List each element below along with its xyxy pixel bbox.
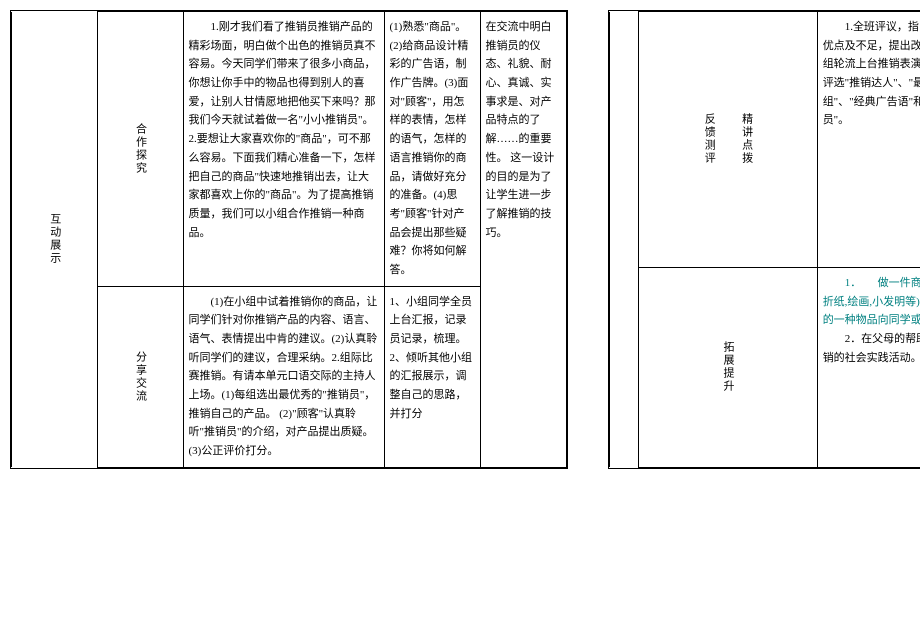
row2-teacher-text: (1)在小组中试着推销你的商品，让同学们针对你推销产品的内容、语言、语气、表情提… (189, 293, 379, 461)
row1-teacher-cell: 1.刚才我们看了推销员推销产品的精彩场面，明白做个出色的推销员真不容易。今天同学… (183, 12, 384, 287)
p2-row1-label-cell: 精讲点拨 反馈测评 (638, 12, 817, 268)
main-label-cell: 互动展示 (12, 12, 98, 468)
table-1: 互动展示 合作探究 1.刚才我们看了推销员推销产品的精彩场面，明白做个出色的推销… (11, 11, 567, 468)
page-2: 精讲点拨 反馈测评 1.全班评议，指出每一小组的优点及不足，提出改进意见，每小组… (608, 10, 920, 469)
p2-row1-teacher-text: 1.全班评议，指出每一小组的优点及不足，提出改进意见，每小组轮流上台推销表演，对… (823, 18, 920, 130)
row1-label: 合作探究 (134, 123, 146, 175)
p2-row2-label-cell: 拓展提升 (638, 267, 817, 467)
p2-row1-label2: 反馈测评 (703, 113, 715, 165)
p2-row2-teacher-text1: 1． 做一件商品(如手工艺品,折纸,绘画,小发明等)或把自己喜欢的一种物品向同学… (823, 274, 920, 330)
row2-label-cell: 分享交流 (97, 286, 183, 467)
row1-design-cell: 在交流中明白推销员的仪态、礼貌、耐心、真诚、实事求是、对产品特点的了解……的重要… (480, 12, 566, 468)
page-1: 互动展示 合作探究 1.刚才我们看了推销员推销产品的精彩场面，明白做个出色的推销… (10, 10, 568, 469)
p2-row2-teacher-text2: 2．在父母的帮助下参加产品推销的社会实践活动。 (823, 330, 920, 367)
row1-student-cell: (1)熟悉"商品"。(2)给商品设计精彩的广告语，制作广告牌。(3)面对"顾客"… (384, 12, 480, 287)
row2-teacher-cell: (1)在小组中试着推销你的商品，让同学们针对你推销产品的内容、语言、语气、表情提… (183, 286, 384, 467)
main-label: 互动展示 (49, 213, 61, 265)
row1-label-cell: 合作探究 (97, 12, 183, 287)
row2-student-text: 1、小组同学全员上台汇报，记录员记录，梳理。 2、倾听其他小组的汇报展示，调整自… (390, 296, 473, 420)
p2-row2-teacher-cell: 1． 做一件商品(如手工艺品,折纸,绘画,小发明等)或把自己喜欢的一种物品向同学… (817, 267, 920, 467)
row1-teacher-text: 1.刚才我们看了推销员推销产品的精彩场面，明白做个出色的推销员真不容易。今天同学… (189, 18, 379, 242)
row2-student-cell: 1、小组同学全员上台汇报，记录员记录，梳理。 2、倾听其他小组的汇报展示，调整自… (384, 286, 480, 467)
row2-label: 分享交流 (134, 351, 146, 403)
p2-row2-label: 拓展提升 (722, 341, 734, 393)
p2-row1-teacher-cell: 1.全班评议，指出每一小组的优点及不足，提出改进意见，每小组轮流上台推销表演，对… (817, 12, 920, 268)
p2-row1-label1: 精讲点拨 (741, 113, 753, 165)
p2-left-gutter (609, 12, 638, 468)
table-2: 精讲点拨 反馈测评 1.全班评议，指出每一小组的优点及不足，提出改进意见，每小组… (609, 11, 920, 468)
row1-design-text: 在交流中明白推销员的仪态、礼貌、耐心、真诚、实事求是、对产品特点的了解……的重要… (486, 21, 555, 239)
row1-student-text: (1)熟悉"商品"。(2)给商品设计精彩的广告语，制作广告牌。(3)面对"顾客"… (390, 21, 469, 276)
